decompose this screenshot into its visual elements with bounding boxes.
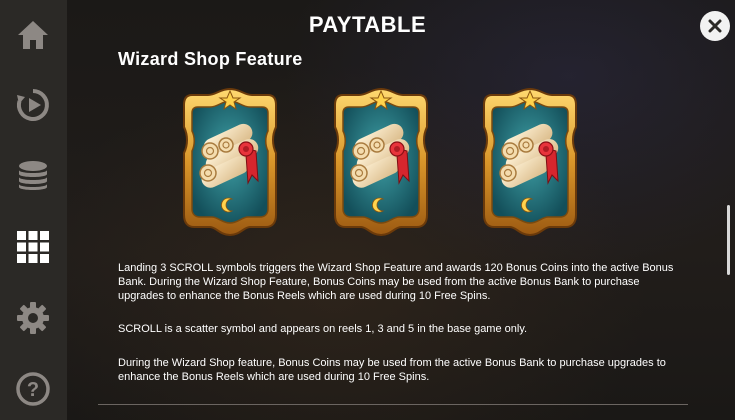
bet-settings-button[interactable] [8, 150, 58, 200]
settings-button[interactable] [8, 293, 58, 343]
scroll-symbol-icon [483, 88, 577, 236]
help-button[interactable]: ? [8, 364, 58, 414]
close-icon [708, 19, 722, 33]
autoplay-button[interactable] [8, 80, 58, 130]
paytable-button[interactable] [8, 222, 58, 272]
sidebar: ? [0, 0, 67, 420]
help-icon: ? [16, 372, 50, 406]
section-title: Wizard Shop Feature [118, 49, 303, 69]
scroll-symbol-icon [334, 88, 428, 236]
scrollbar[interactable] [727, 205, 730, 275]
divider [98, 404, 688, 405]
scatter-description: SCROLL is a scatter symbol and appears o… [118, 323, 528, 335]
page-title: PAYTABLE [308, 12, 427, 37]
svg-text:?: ? [27, 379, 39, 401]
feature-description: Landing 3 SCROLL symbols triggers the Wi… [118, 262, 674, 302]
coins-stack-icon [19, 161, 47, 190]
bonus-coins-description: During the Wizard Shop feature, Bonus Co… [118, 357, 666, 383]
autoplay-icon [16, 89, 49, 121]
scroll-symbol-icon [183, 88, 277, 236]
gear-icon [17, 302, 49, 334]
close-button[interactable] [700, 11, 730, 41]
paytable-grid-icon [17, 231, 49, 263]
